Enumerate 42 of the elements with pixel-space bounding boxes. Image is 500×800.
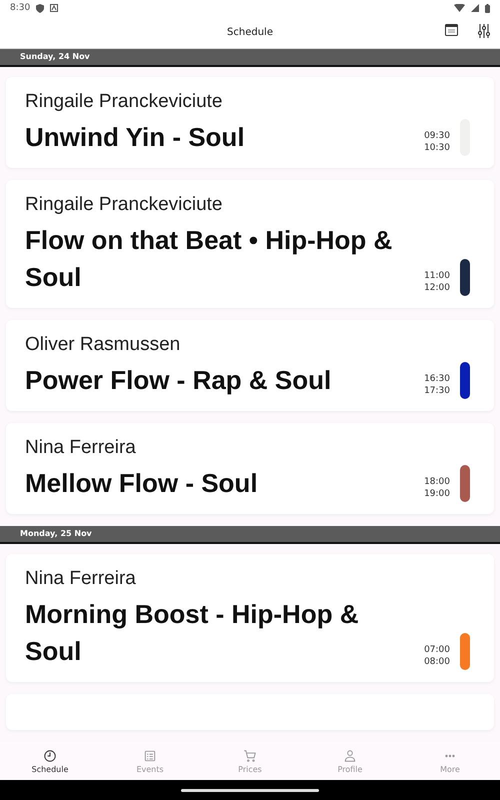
date-header: Sunday, 24 Nov: [0, 49, 500, 67]
screen-title: Schedule: [227, 26, 273, 38]
start-time: 18:00: [424, 476, 450, 488]
class-title: Mellow Flow - Soul: [25, 466, 259, 500]
list-icon: [143, 748, 157, 762]
cart-icon: [243, 748, 257, 762]
status-time: 8:30: [10, 3, 30, 13]
class-card[interactable]: Oliver Rasmussen Power Flow - Rap & Soul 16:30 17:30: [6, 320, 494, 411]
instructor-name: Ringaile Pranckeviciute: [25, 194, 224, 216]
class-title: Power Flow - Rap & Soul: [25, 364, 332, 397]
wifi-icon: [454, 4, 465, 12]
instructor-name: Nina Ferreira: [25, 436, 137, 459]
notification-icon: [50, 4, 58, 12]
class-card[interactable]: Ringaile Pranckeviciute Flow on that Beat • Hip-Hop & Soul 11:00 12:00: [6, 180, 494, 308]
class-title: Unwind Yin - Soul: [25, 120, 246, 154]
start-time: 07:00: [424, 644, 450, 656]
start-time: 09:30: [424, 130, 450, 142]
class-card[interactable]: Nina Ferreira Morning Boost - Hip-Hop & Soul 07:00 08:00: [6, 554, 494, 682]
class-card[interactable]: Nina Ferreira Mellow Flow - Soul 18:00 19:00: [6, 422, 494, 514]
nav-tab[interactable]: Schedule: [0, 742, 100, 780]
start-time: 16:30: [424, 372, 450, 385]
date-header: Monday, 25 Nov: [0, 526, 500, 544]
instructor-name: Nina Ferreira: [25, 568, 137, 590]
home-handle[interactable]: [181, 788, 319, 792]
end-time: 12:00: [424, 282, 450, 294]
instructor-name: Oliver Rasmussen: [25, 334, 182, 356]
person-icon: [343, 748, 357, 762]
end-time: 10:30: [424, 142, 450, 154]
signal-icon: [471, 4, 479, 12]
clock-icon: [43, 748, 57, 762]
class-title: Flow on that Beat • Hip-Hop & Soul: [25, 224, 394, 294]
battery-icon: [485, 4, 490, 12]
instructor-name: Ringaile Pranckeviciute: [25, 90, 224, 113]
shield-icon: [36, 4, 44, 12]
end-time: 08:00: [424, 656, 450, 668]
end-time: 19:00: [424, 488, 450, 500]
filter-icon[interactable]: [478, 24, 490, 38]
class-card[interactable]: Ringaile Pranckeviciute Unwind Yin - Soul 09:30 10:30: [6, 76, 494, 168]
class-title: Morning Boost - Hip-Hop & Soul: [25, 598, 360, 668]
start-time: 11:00: [424, 270, 450, 282]
calendar-icon[interactable]: [445, 24, 458, 36]
end-time: 17:30: [424, 384, 450, 397]
